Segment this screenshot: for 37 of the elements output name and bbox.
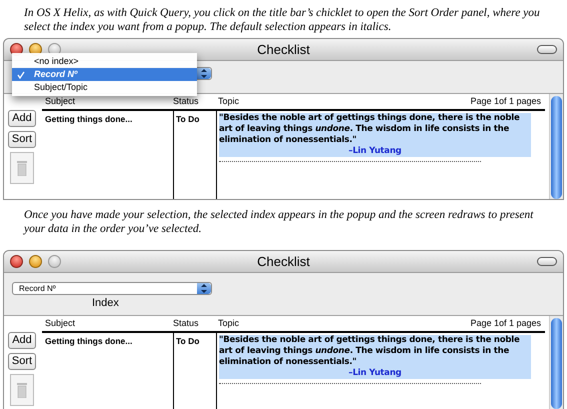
toolbar-button[interactable]: Add [8, 332, 36, 349]
index-label: Index [92, 298, 120, 309]
menu-item[interactable]: Subject/Topic [12, 81, 197, 94]
quote-attribution: –Lin Yutang [348, 146, 402, 156]
toolbar-button[interactable]: Sort [8, 131, 36, 148]
quote-text: "Besides the noble art of gettings things done, there is the noble art of leaving things undone. The wisdom in life consists in the elimination of nonessentials." [219, 113, 520, 145]
menu-item[interactable]: Record Nº [12, 68, 197, 81]
toolbar-toggle-button[interactable] [537, 257, 557, 266]
status-cell: To Do [176, 114, 200, 124]
index-popup[interactable]: Record Nº [12, 282, 212, 295]
window-title: Checklist [257, 252, 310, 271]
column-header: Topic [217, 316, 240, 330]
window-title: Checklist [257, 40, 310, 59]
column-header: Topic [217, 94, 240, 108]
subject-cell: Getting things done... [45, 336, 132, 346]
toolbar-button[interactable]: Add [8, 110, 36, 127]
toolbar-button[interactable]: Sort [8, 353, 36, 370]
intro-paragraph: Once you have made your selection, the selected index appears in the popup and the screen redraws to present your data in the order you’ve selected. [22, 208, 534, 237]
toolbar-toggle-button[interactable] [537, 45, 557, 54]
zoom-button[interactable] [48, 255, 61, 268]
quote-text: "Besides the noble art of gettings things done, there is the noble art of leaving things undone. The wisdom in life consists in the elimination of nonessentials." [219, 335, 520, 367]
column-header: Status [173, 316, 200, 330]
page-indicator: Page 1of 1 pages [470, 316, 542, 330]
close-button[interactable] [10, 255, 23, 268]
checkmark-icon [17, 70, 25, 78]
column-header: Subject [44, 94, 76, 108]
intro-paragraph: In OS X Helix, as with Quick Query, you click on the title bar’s chicklet to open the Sort Order panel, where you select the index you want from a popup. The default selection appears in italics. [23, 6, 541, 35]
column-header: Status [173, 94, 200, 108]
subject-cell: Getting things done... [45, 114, 132, 124]
minimize-button[interactable] [29, 255, 42, 268]
page-indicator: Page 1of 1 pages [470, 94, 542, 108]
menu-item[interactable]: <no index> [12, 55, 197, 68]
quote-attribution: –Lin Yutang [348, 368, 402, 378]
column-header: Subject [44, 316, 76, 330]
stepper-arrows-icon [197, 68, 211, 79]
stepper-arrows-icon [197, 283, 211, 294]
status-cell: To Do [176, 336, 200, 346]
